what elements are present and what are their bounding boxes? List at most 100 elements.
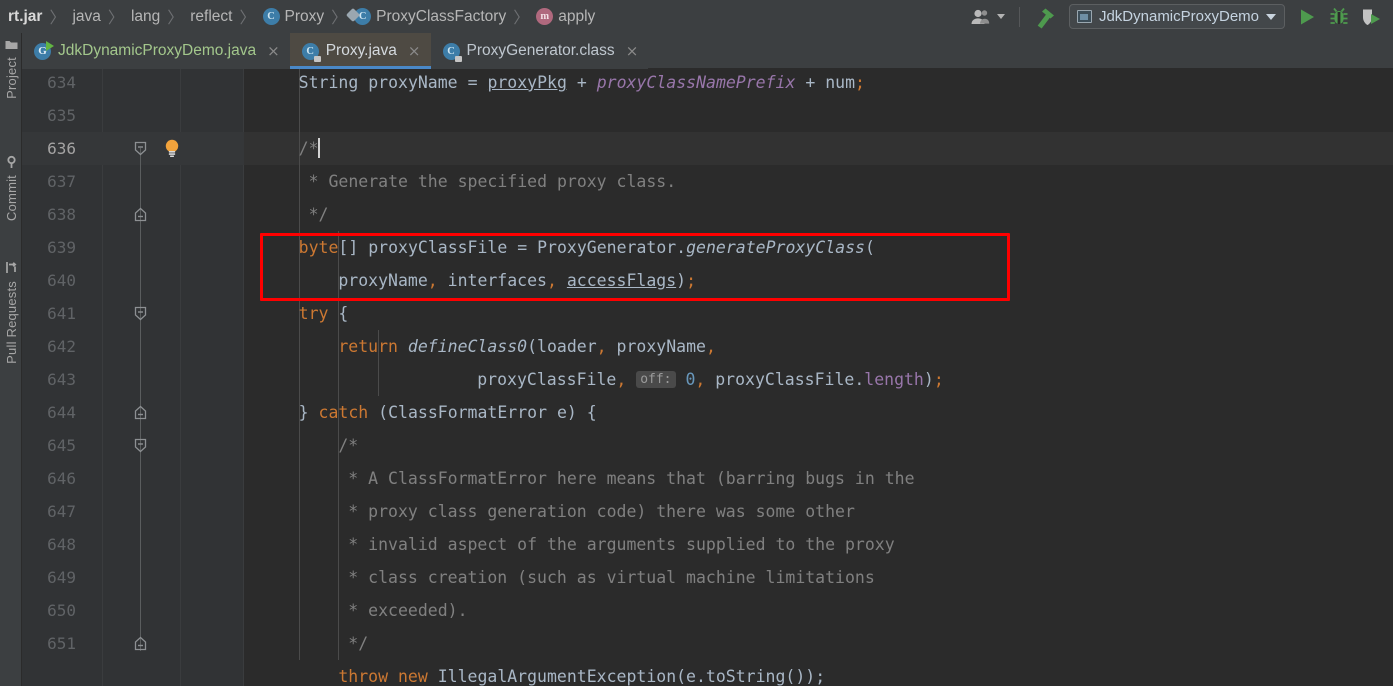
code-token: ProxyGenerator.: [537, 238, 687, 257]
code-token: ): [676, 271, 687, 290]
close-icon[interactable]: ×: [267, 43, 280, 59]
hammer-icon: [1034, 5, 1060, 29]
settings-sync-button[interactable]: [965, 3, 1010, 30]
code-line[interactable]: */: [299, 198, 329, 231]
code-token: (loader: [527, 337, 597, 356]
code-line[interactable]: byte[] proxyClassFile = ProxyGenerator.g…: [299, 231, 875, 264]
editor-gutter[interactable]: 634 635 636 637 638 639 640 641 642 643 644 645 646 6…: [22, 69, 244, 686]
code-line[interactable]: String proxyName = proxyPkg + proxyClass…: [299, 69, 865, 99]
fold-connector-line: [140, 148, 141, 651]
code-token: proxyName: [338, 271, 428, 290]
folder-icon: [5, 39, 18, 52]
code-line[interactable]: * exceeded).: [338, 594, 467, 627]
line-number: 639: [47, 238, 76, 257]
code-token: return: [338, 337, 398, 356]
code-line[interactable]: proxyName, interfaces, accessFlags);: [338, 264, 696, 297]
fold-end-icon[interactable]: [133, 207, 148, 222]
code-line-partial: throw new IllegalArgumentException(e.toS…: [338, 660, 825, 686]
line-number: 648: [47, 535, 76, 554]
line-number: 641: [47, 304, 76, 323]
breadcrumb-item-apply[interactable]: m apply: [536, 8, 595, 26]
code-token: proxyClassNamePrefix: [596, 73, 796, 92]
method-icon: m: [536, 8, 554, 25]
sidebar-item-pull-requests[interactable]: Pull Requests: [0, 261, 22, 364]
runnable-class-icon: G: [34, 40, 54, 60]
run-configuration-selector[interactable]: JdkDynamicProxyDemo: [1068, 4, 1285, 29]
application-icon: [1076, 10, 1092, 23]
code-token: * A ClassFormatError here means that (ba…: [338, 469, 915, 488]
fold-end-icon[interactable]: [133, 405, 148, 420]
current-line-highlight: [244, 132, 1393, 165]
code-line[interactable]: */: [338, 627, 368, 660]
breadcrumb-separator: 〉: [167, 7, 184, 27]
sidebar-item-project[interactable]: Project: [0, 39, 22, 99]
sidebar-item-label: Project: [3, 57, 19, 99]
code-text-area[interactable]: String proxyName = proxyPkg + proxyClass…: [244, 69, 1393, 686]
code-line[interactable]: /*: [338, 429, 358, 462]
code-token: ;: [933, 370, 944, 389]
code-token: ;: [686, 271, 697, 290]
fold-collapse-icon[interactable]: [133, 306, 148, 321]
line-number: 646: [47, 469, 76, 488]
left-tool-window-stripe: Project Commit Pull Requests: [0, 33, 22, 686]
code-editor[interactable]: 634 635 636 637 638 639 640 641 642 643 644 645 646 6…: [22, 69, 1393, 686]
tab-proxygenerator-class[interactable]: C ProxyGenerator.class ×: [430, 33, 649, 69]
breadcrumb-item-lang[interactable]: lang: [131, 8, 160, 26]
close-icon[interactable]: ×: [626, 43, 639, 59]
line-number: 637: [47, 172, 76, 191]
run-icon: [1296, 6, 1318, 28]
code-token: throw: [338, 667, 389, 686]
chevron-down-icon: [996, 14, 1005, 19]
code-token: =: [517, 238, 538, 257]
debug-button[interactable]: [1323, 3, 1355, 30]
breadcrumb-separator: 〉: [49, 7, 66, 27]
fold-collapse-icon[interactable]: [133, 141, 148, 156]
breadcrumb-item-label: lang: [130, 7, 161, 25]
line-number: 635: [47, 106, 76, 125]
code-line[interactable]: } catch (ClassFormatError e) {: [299, 396, 597, 429]
build-button[interactable]: [1029, 3, 1065, 30]
code-line[interactable]: proxyClassFile, off: 0, proxyClassFile.l…: [477, 363, 944, 396]
breadcrumb-item-label: apply: [558, 7, 596, 25]
code-line[interactable]: * Generate the specified proxy class.: [299, 165, 677, 198]
breadcrumb-item-label: reflect: [190, 7, 233, 25]
code-line[interactable]: /*: [299, 132, 320, 165]
intention-bulb-icon[interactable]: [162, 138, 182, 158]
code-token: ;: [855, 73, 865, 92]
breadcrumb-item-label: rt.jar: [8, 7, 43, 25]
fold-end-icon[interactable]: [133, 636, 148, 651]
code-token: ,: [616, 370, 637, 389]
breadcrumb-item-java[interactable]: java: [72, 8, 100, 26]
line-number: 638: [47, 205, 76, 224]
close-icon[interactable]: ×: [408, 43, 421, 59]
tab-label: ProxyGenerator.class: [466, 42, 615, 59]
main-toolbar: rt.jar 〉 java 〉 lang 〉 reflect 〉 C Proxy 〉 C ProxyCl…: [0, 0, 1393, 33]
code-token: * invalid aspect of the arguments suppli…: [338, 535, 895, 554]
code-line[interactable]: * invalid aspect of the arguments suppli…: [338, 528, 894, 561]
line-number: 647: [47, 502, 76, 521]
breadcrumb-item-reflect[interactable]: reflect: [190, 8, 232, 26]
code-line[interactable]: try {: [299, 297, 349, 330]
code-token: interfaces: [447, 271, 547, 290]
fold-collapse-icon[interactable]: [133, 438, 148, 453]
breadcrumb-item-proxyclassfactory[interactable]: C ProxyClassFactory: [354, 8, 506, 26]
breadcrumb-item-rt-jar[interactable]: rt.jar: [8, 8, 42, 26]
code-line[interactable]: * proxy class generation code) there was…: [338, 495, 855, 528]
code-line[interactable]: * A ClassFormatError here means that (ba…: [338, 462, 914, 495]
breadcrumb-item-proxy[interactable]: C Proxy: [262, 8, 324, 26]
coverage-icon: [1360, 6, 1382, 28]
run-button[interactable]: [1291, 3, 1323, 30]
sidebar-item-commit[interactable]: Commit: [0, 155, 22, 221]
code-token: + num: [795, 73, 856, 92]
tab-proxy-java[interactable]: C Proxy.java ×: [289, 33, 431, 69]
code-token: proxyPkg: [487, 73, 567, 92]
code-token: ,: [596, 337, 617, 356]
coverage-button[interactable]: [1355, 3, 1387, 30]
tab-jdkdynamicproxydemo-java[interactable]: G JdkDynamicProxyDemo.java ×: [22, 33, 290, 69]
code-token: */: [338, 634, 369, 653]
code-token: try: [298, 304, 329, 323]
code-line[interactable]: return defineClass0(loader, proxyName,: [338, 330, 716, 363]
code-token: =: [467, 73, 488, 92]
code-line[interactable]: * class creation (such as virtual machin…: [338, 561, 875, 594]
